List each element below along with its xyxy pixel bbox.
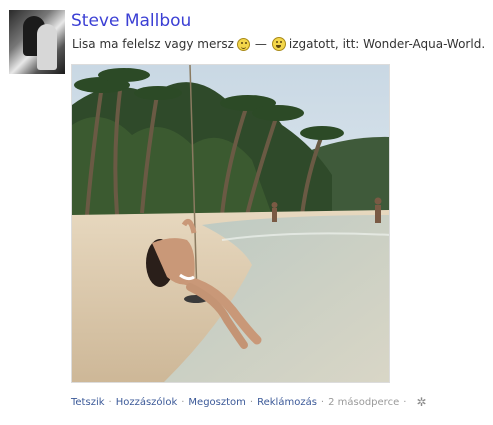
post-actions: Tetszik · Hozzászólok · Megosztom · Rekl… — [71, 395, 426, 409]
separator: · — [249, 396, 254, 408]
status-text: Lisa ma felelsz vagy mersz — [72, 37, 234, 51]
comment-link[interactable]: Hozzászólok — [116, 397, 178, 408]
smile-emoji-icon — [236, 37, 250, 51]
avatar[interactable] — [9, 10, 65, 74]
gear-icon[interactable]: ✲ — [416, 395, 426, 409]
separator: · — [320, 396, 325, 408]
beach-swing-photo — [72, 65, 389, 382]
share-link[interactable]: Megosztom — [188, 397, 246, 408]
promote-link[interactable]: Reklámozás — [257, 397, 317, 408]
timestamp[interactable]: 2 másodperce — [328, 397, 399, 408]
like-link[interactable]: Tetszik — [71, 397, 105, 408]
feeling-text: izgatott, itt: Wonder-Aqua-World. — [288, 37, 486, 51]
separator: · — [108, 396, 112, 408]
separator: · — [181, 396, 185, 408]
post-status: Lisa ma felelsz vagy mersz — izgatott, i… — [72, 37, 485, 51]
separator: · — [403, 396, 407, 408]
grin-emoji-icon — [271, 37, 286, 51]
status-dash: — — [254, 37, 267, 51]
author-name-link[interactable]: Steve Mallbou — [71, 11, 191, 31]
post-photo[interactable] — [71, 64, 390, 383]
